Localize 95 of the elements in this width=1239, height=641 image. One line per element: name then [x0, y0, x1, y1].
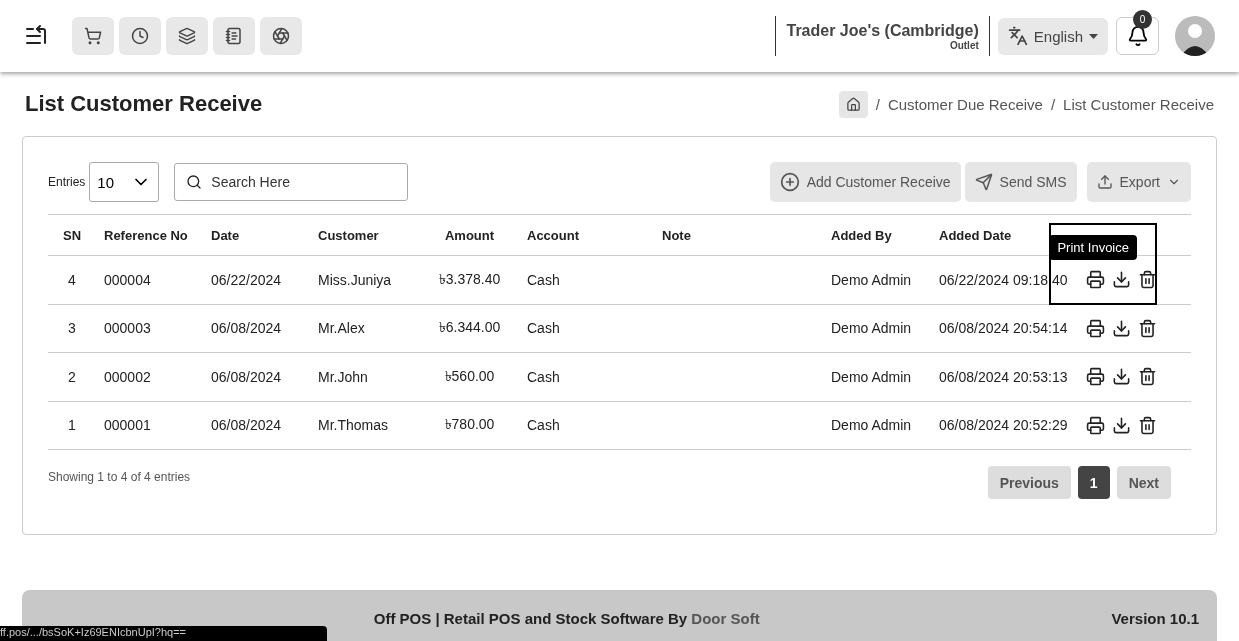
outlet-label: Outlet [949, 39, 979, 51]
notification-button[interactable] [1116, 17, 1159, 55]
layers-icon [178, 27, 196, 45]
upload-icon [1096, 174, 1113, 190]
breadcrumb-separator: / [1050, 95, 1056, 113]
column-header: SN [61, 227, 83, 243]
download-icon[interactable] [1112, 270, 1131, 290]
table-cell-text: Demo Admin [830, 271, 913, 288]
table-cell-text: 000003 [103, 320, 152, 337]
cart-button[interactable] [72, 17, 114, 55]
table-cell-text: 1 [67, 417, 77, 434]
table-cell-text: Demo Admin [830, 417, 913, 434]
aperture-button[interactable] [260, 17, 302, 55]
tooltip: Print Invoice [1049, 235, 1137, 260]
table-cell-text: 2 [67, 368, 77, 385]
layers-button[interactable] [166, 17, 208, 55]
printer-icon[interactable] [1086, 415, 1105, 435]
home-icon [845, 96, 861, 112]
download-icon[interactable] [1112, 318, 1131, 338]
table-cell-text: Cash [526, 271, 561, 288]
table-cell-text: Miss.Juniya [317, 271, 393, 288]
trash-icon[interactable] [1138, 367, 1157, 387]
breadcrumb-separator: / [875, 95, 880, 113]
table-cell-text: 06/08/2024 [210, 368, 283, 385]
breadcrumb-item[interactable]: Customer Due Receive [887, 95, 1043, 113]
cart-icon [84, 27, 102, 45]
table-cell-text: 06/08/2024 20:54:14 [938, 320, 1069, 337]
table-cell-text: Cash [526, 320, 561, 337]
search-icon [186, 174, 203, 190]
column-header: Added Date [938, 227, 1013, 243]
printer-icon[interactable] [1086, 318, 1105, 338]
translate-icon [1007, 26, 1028, 46]
table-cell-text: 06/08/2024 [210, 417, 283, 434]
printer-icon[interactable] [1086, 270, 1105, 290]
clock-icon [131, 27, 149, 45]
table-cell-text: ৳780.00 [443, 415, 496, 435]
column-header: Customer [317, 227, 380, 243]
trash-icon[interactable] [1138, 270, 1157, 290]
entries-label: Entries [48, 175, 86, 189]
export-button[interactable]: Export [1086, 162, 1191, 202]
table-cell-text: ৳3.378.40 [437, 269, 502, 289]
table-cell-text: 4 [67, 271, 77, 288]
footer-text: Off POS | Retail POS and Stock Software By Door Soft [372, 610, 761, 627]
table-cell-text: 3 [67, 320, 77, 337]
entries-select[interactable]: 10 [89, 162, 160, 202]
sms-button[interactable]: Send SMS [964, 162, 1077, 202]
bell-icon [1126, 25, 1149, 47]
page-button[interactable]: 1 [1077, 466, 1110, 499]
clock-button[interactable] [119, 17, 161, 55]
trash-icon[interactable] [1138, 318, 1157, 338]
table-cell-text: Demo Admin [830, 320, 913, 337]
send-icon [974, 173, 993, 191]
previous-button[interactable]: Previous [987, 466, 1071, 499]
column-header: Added By [830, 227, 893, 243]
column-header: Reference No [103, 227, 189, 243]
column-header: Account [526, 227, 580, 243]
search-field[interactable]: Search Here [174, 163, 409, 201]
table-cell-text: ৳6.344.00 [437, 318, 502, 338]
entries-summary: Showing 1 to 4 of 4 entries [48, 470, 192, 484]
table-cell-text: Mr.Alex [317, 320, 366, 337]
table-cell-text: 06/22/2024 [210, 271, 283, 288]
home-link[interactable] [838, 90, 868, 118]
caret-icon [1089, 33, 1098, 39]
table-cell-text: Demo Admin [830, 368, 913, 385]
table-cell-text: 000002 [103, 368, 152, 385]
printer-icon[interactable] [1086, 367, 1105, 387]
table-cell-text: ৳560.00 [443, 366, 496, 386]
column-header: Note [661, 227, 692, 243]
table-cell-text: 06/08/2024 20:52:29 [938, 417, 1069, 434]
table-cell-text: 000004 [103, 271, 152, 288]
table-cell-text: Cash [526, 368, 561, 385]
table-cell-text: 06/08/2024 20:53:13 [938, 368, 1069, 385]
column-header: Date [210, 227, 241, 243]
outlet-name: Trader Joe's (Cambridge) [786, 21, 979, 40]
status-url: ff.pos/.../bsSoK+Iz69ENIcbnUpI?hq== [0, 626, 327, 641]
plus-circle-icon [779, 172, 800, 192]
language-dropdown[interactable]: English [997, 17, 1108, 55]
table-cell-text: Cash [526, 417, 561, 434]
avatar-icon[interactable] [1175, 16, 1215, 56]
trash-icon[interactable] [1138, 415, 1157, 435]
aperture-icon [272, 27, 290, 45]
column-header: Amount [443, 227, 496, 243]
download-icon[interactable] [1112, 415, 1131, 435]
notebook-icon [225, 27, 243, 45]
table-cell-text: Mr.Thomas [317, 417, 389, 434]
notebook-button[interactable] [213, 17, 255, 55]
breadcrumb-item: List Customer Receive [1063, 95, 1214, 113]
next-button[interactable]: Next [1116, 466, 1171, 499]
download-icon[interactable] [1112, 367, 1131, 387]
table-cell-text: 06/08/2024 [210, 320, 283, 337]
table-cell-text: Mr.John [317, 368, 369, 385]
add-button[interactable]: Add Customer Receive [769, 162, 961, 202]
table-cell-text: 000001 [103, 417, 152, 434]
version-label: Version 10.1 [1111, 610, 1199, 627]
page-title: List Customer Receive [25, 91, 264, 117]
